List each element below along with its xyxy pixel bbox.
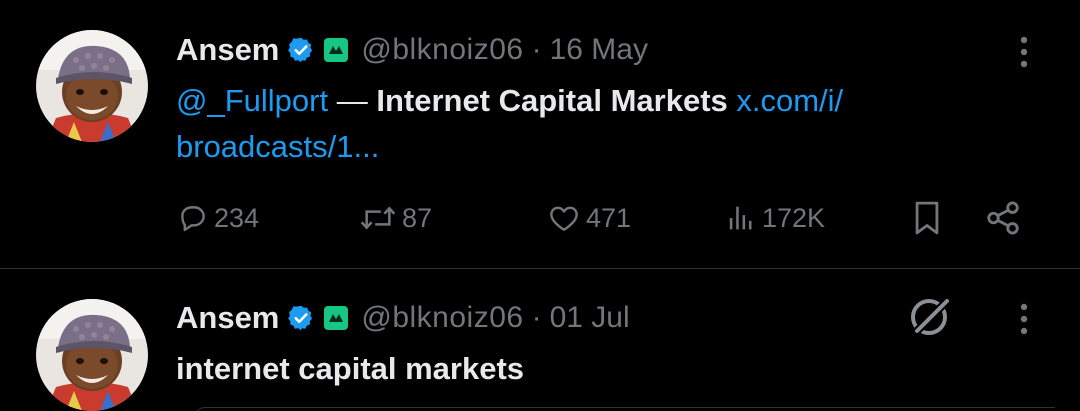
text-dash: — (328, 83, 377, 118)
timeline: Ansem @blknoiz06 · 16 May @_Fullport — I… (0, 0, 1080, 411)
url-link-continued[interactable]: broadcasts/1... (176, 129, 379, 164)
tweet-header: Ansem @blknoiz06 · 01 Jul (176, 298, 630, 338)
separator-dot: · (531, 33, 542, 66)
tweet[interactable]: Ansem @blknoiz06 · 16 May @_Fullport — I… (0, 0, 1080, 269)
share-button[interactable] (984, 196, 1022, 240)
verified-badge-icon (287, 304, 315, 332)
tweet-text: internet capital markets (176, 351, 525, 386)
tweet-header: Ansem @blknoiz06 · 16 May (176, 30, 648, 70)
like-count: 471 (586, 202, 632, 233)
author-name[interactable]: Ansem (176, 32, 279, 68)
url-link[interactable]: x.com/i/ (728, 83, 843, 118)
share-icon (987, 201, 1019, 235)
view-count: 172K (762, 202, 826, 233)
repost-button[interactable]: 87 (358, 196, 432, 240)
tweet-text: @_Fullport — Internet Capital Markets x.… (176, 78, 976, 170)
grok-icon[interactable] (905, 291, 955, 341)
tweet-timestamp[interactable]: 01 Jul (550, 301, 630, 335)
avatar[interactable] (36, 299, 148, 411)
more-options-icon[interactable] (1012, 299, 1036, 339)
broadcast-title: Internet Capital Markets (376, 83, 728, 118)
more-options-icon[interactable] (1012, 32, 1036, 72)
heart-icon (550, 206, 578, 231)
avatar[interactable] (36, 30, 148, 142)
author-handle[interactable]: @blknoiz06 (361, 33, 523, 67)
repost-count: 87 (402, 202, 433, 233)
reply-count: 234 (214, 202, 260, 233)
tweet[interactable]: Ansem @blknoiz06 · 01 Jul internet capit… (0, 269, 1080, 411)
reply-button[interactable]: 234 (176, 196, 259, 240)
action-bar: 234 87 471 172K (176, 196, 1036, 240)
verified-badge-icon (287, 36, 315, 64)
tweet-timestamp[interactable]: 16 May (550, 33, 648, 67)
bookmark-icon (915, 201, 939, 235)
media-card-edge[interactable] (194, 407, 1055, 411)
reply-icon (181, 206, 205, 232)
views-button[interactable]: 172K (724, 196, 825, 240)
analytics-icon (729, 206, 752, 230)
affiliate-badge-icon[interactable] (323, 37, 349, 63)
separator-dot: · (531, 301, 542, 334)
repost-icon (360, 206, 396, 230)
mention-link[interactable]: @_Fullport (176, 83, 328, 118)
like-button[interactable]: 471 (546, 196, 631, 240)
author-handle[interactable]: @blknoiz06 (361, 301, 523, 335)
author-name[interactable]: Ansem (176, 300, 279, 336)
affiliate-badge-icon[interactable] (323, 305, 349, 331)
bookmark-button[interactable] (910, 196, 944, 240)
